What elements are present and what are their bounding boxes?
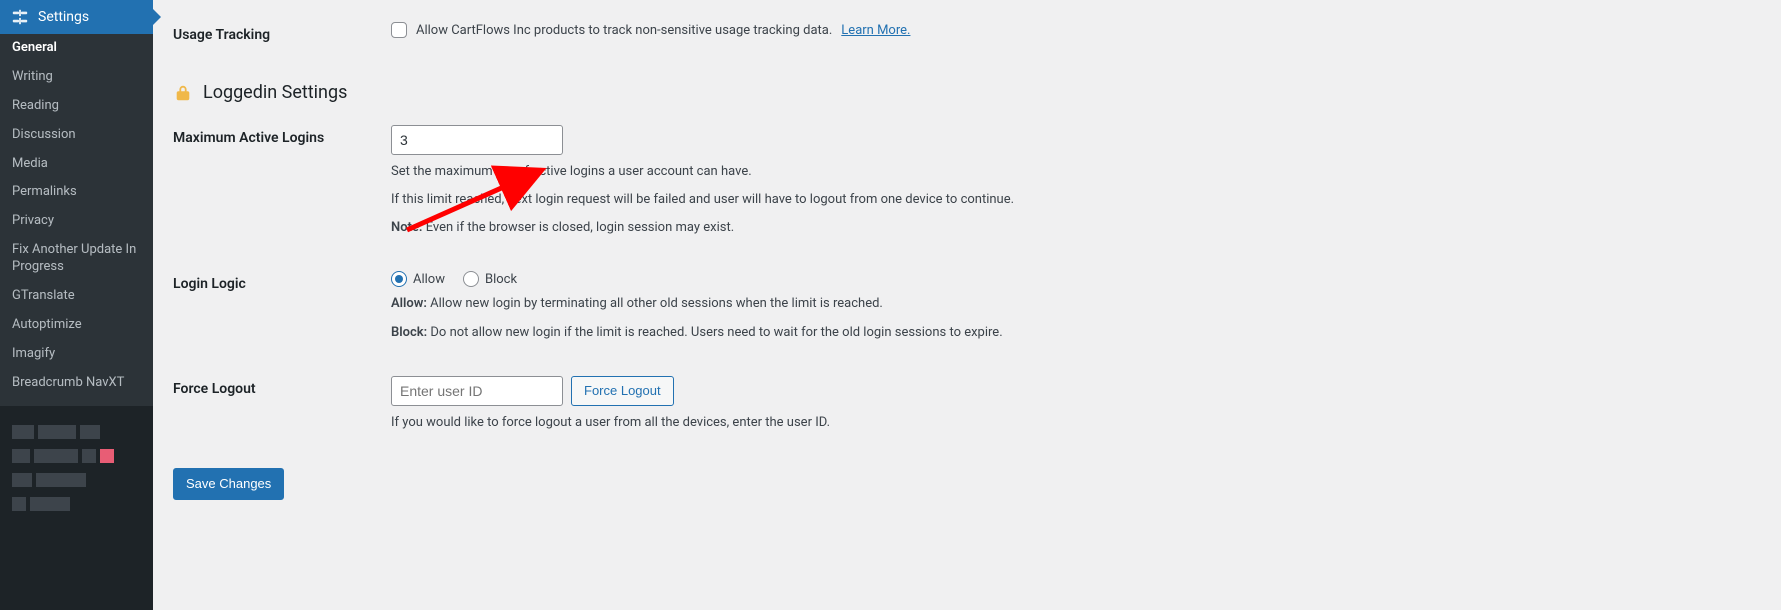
login-logic-allow-desc-text: Allow new login by terminating all other… [427, 296, 883, 311]
submenu-item-gtranslate[interactable]: GTranslate [0, 282, 153, 311]
force-logout-button[interactable]: Force Logout [571, 376, 674, 406]
force-logout-input[interactable] [391, 376, 563, 406]
settings-form: Usage Tracking Allow CartFlows Inc produ… [173, 6, 1761, 500]
login-logic-allow-radio[interactable] [391, 271, 407, 287]
max-logins-note-text: Even if the browser is closed, login ses… [422, 220, 734, 235]
login-logic-allow-desc-label: Allow: [391, 296, 427, 311]
login-logic-block-desc-label: Block: [391, 325, 427, 340]
login-logic-block-desc: Block: Do not allow new login if the lim… [391, 322, 1761, 344]
save-changes-button[interactable]: Save Changes [173, 468, 284, 500]
force-logout-inline-group: Force Logout [391, 376, 1761, 406]
usage-tracking-text: Allow CartFlows Inc products to track no… [416, 23, 832, 38]
submenu-item-breadcrumb[interactable]: Breadcrumb NavXT [0, 369, 153, 398]
login-logic-allow-wrap[interactable]: Allow [391, 271, 445, 287]
submenu-item-fix-update[interactable]: Fix Another Update In Progress [0, 236, 153, 282]
main-content: Usage Tracking Allow Brainstorm Force pr… [153, 0, 1781, 610]
login-logic-allow-label: Allow [413, 272, 445, 287]
usage-tracking-learn-more-link[interactable]: Learn More. [841, 23, 910, 38]
usage-tracking-checkbox-wrap: Allow CartFlows Inc products to track no… [391, 22, 1761, 38]
section-heading-text: Loggedin Settings [203, 82, 347, 103]
login-logic-radios: Allow Block [391, 271, 1761, 287]
submenu-item-discussion[interactable]: Discussion [0, 121, 153, 150]
login-logic-block-desc-text: Do not allow new login if the limit is r… [427, 325, 1002, 340]
force-logout-desc: If you would like to force logout a user… [391, 412, 1761, 434]
max-logins-desc1: Set the maximum no. of active logins a u… [391, 161, 1761, 183]
sidebar-item-label: Settings [38, 9, 89, 25]
login-logic-block-label: Block [485, 272, 517, 287]
max-logins-note-label: Note: [391, 220, 422, 235]
login-logic-block-wrap[interactable]: Block [463, 271, 517, 287]
submenu-item-privacy[interactable]: Privacy [0, 207, 153, 236]
sidebar-redacted-items [0, 406, 153, 530]
submenu-item-general[interactable]: General [0, 34, 153, 63]
row-login-logic: Login Logic Allow Block Allow: Allow new… [173, 255, 1761, 359]
login-logic-block-radio[interactable] [463, 271, 479, 287]
login-logic-allow-desc: Allow: Allow new login by terminating al… [391, 293, 1761, 315]
section-heading-loggedin: Loggedin Settings [173, 82, 1761, 103]
submit-row: Save Changes [173, 468, 1761, 500]
submenu-item-writing[interactable]: Writing [0, 63, 153, 92]
submenu-item-imagify[interactable]: Imagify [0, 340, 153, 369]
lock-icon [173, 83, 193, 103]
sidebar-submenu: General Writing Reading Discussion Media… [0, 34, 153, 406]
row-max-active-logins: Maximum Active Logins Set the maximum no… [173, 109, 1761, 255]
submenu-item-permalinks[interactable]: Permalinks [0, 178, 153, 207]
submenu-item-reading[interactable]: Reading [0, 92, 153, 121]
settings-icon [10, 7, 30, 27]
label-force-logout: Force Logout [173, 376, 391, 398]
max-logins-note: Note: Even if the browser is closed, log… [391, 217, 1761, 239]
row-usage-tracking: Usage Tracking Allow CartFlows Inc produ… [173, 6, 1761, 60]
label-login-logic: Login Logic [173, 271, 391, 293]
sidebar-item-settings[interactable]: Settings [0, 0, 153, 34]
usage-tracking-checkbox[interactable] [391, 22, 407, 38]
submenu-item-media[interactable]: Media [0, 150, 153, 179]
submenu-item-autoptimize[interactable]: Autoptimize [0, 311, 153, 340]
max-logins-desc2: If this limit reached, next login reques… [391, 189, 1761, 211]
max-active-logins-input[interactable] [391, 125, 563, 155]
row-force-logout: Force Logout Force Logout If you would l… [173, 360, 1761, 450]
label-usage-tracking: Usage Tracking [173, 22, 391, 44]
admin-sidebar: Settings General Writing Reading Discuss… [0, 0, 153, 610]
label-max-active-logins: Maximum Active Logins [173, 125, 391, 147]
